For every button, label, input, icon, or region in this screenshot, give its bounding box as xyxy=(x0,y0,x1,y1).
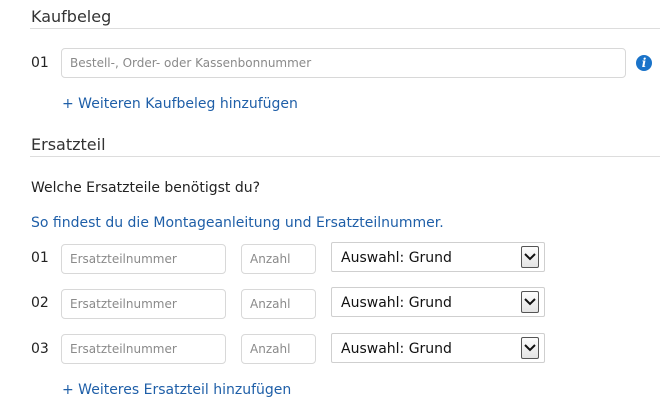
chevron-down-icon[interactable] xyxy=(521,246,539,268)
spare-part-form: Kaufbeleg 01 i + Weiteren Kaufbeleg hinz… xyxy=(0,0,660,414)
quantity-input[interactable] xyxy=(241,334,316,364)
chevron-down-icon[interactable] xyxy=(521,337,539,359)
spare-part-section-title: Ersatzteil xyxy=(31,135,106,154)
reason-select-value: Auswahl: Grund xyxy=(341,250,452,266)
add-receipt-link[interactable]: + Weiteren Kaufbeleg hinzufügen xyxy=(62,95,298,113)
part-row-number: 01 xyxy=(31,250,49,266)
quantity-input[interactable] xyxy=(241,244,316,274)
reason-select[interactable]: Auswahl: Grund xyxy=(331,333,545,363)
receipt-row-number: 01 xyxy=(31,55,49,71)
assembly-instructions-link[interactable]: So findest du die Montageanleitung und E… xyxy=(31,214,444,232)
info-icon[interactable]: i xyxy=(636,55,652,71)
part-number-input[interactable] xyxy=(61,244,226,274)
reason-select-value: Auswahl: Grund xyxy=(341,295,452,311)
chevron-down-icon[interactable] xyxy=(521,291,539,313)
part-row-number: 03 xyxy=(31,341,49,357)
reason-select-value: Auswahl: Grund xyxy=(341,341,452,357)
receipt-divider xyxy=(30,28,660,29)
quantity-input[interactable] xyxy=(241,289,316,319)
reason-select[interactable]: Auswahl: Grund xyxy=(331,287,545,317)
part-number-input[interactable] xyxy=(61,334,226,364)
part-number-input[interactable] xyxy=(61,289,226,319)
part-row-number: 02 xyxy=(31,295,49,311)
spare-part-question: Welche Ersatzteile benötigst du? xyxy=(31,180,261,196)
reason-select[interactable]: Auswahl: Grund xyxy=(331,242,545,272)
receipt-section-title: Kaufbeleg xyxy=(31,7,112,26)
add-spare-part-link[interactable]: + Weiteres Ersatzteil hinzufügen xyxy=(62,381,291,399)
spare-part-divider xyxy=(30,156,660,157)
receipt-number-input[interactable] xyxy=(61,48,626,78)
